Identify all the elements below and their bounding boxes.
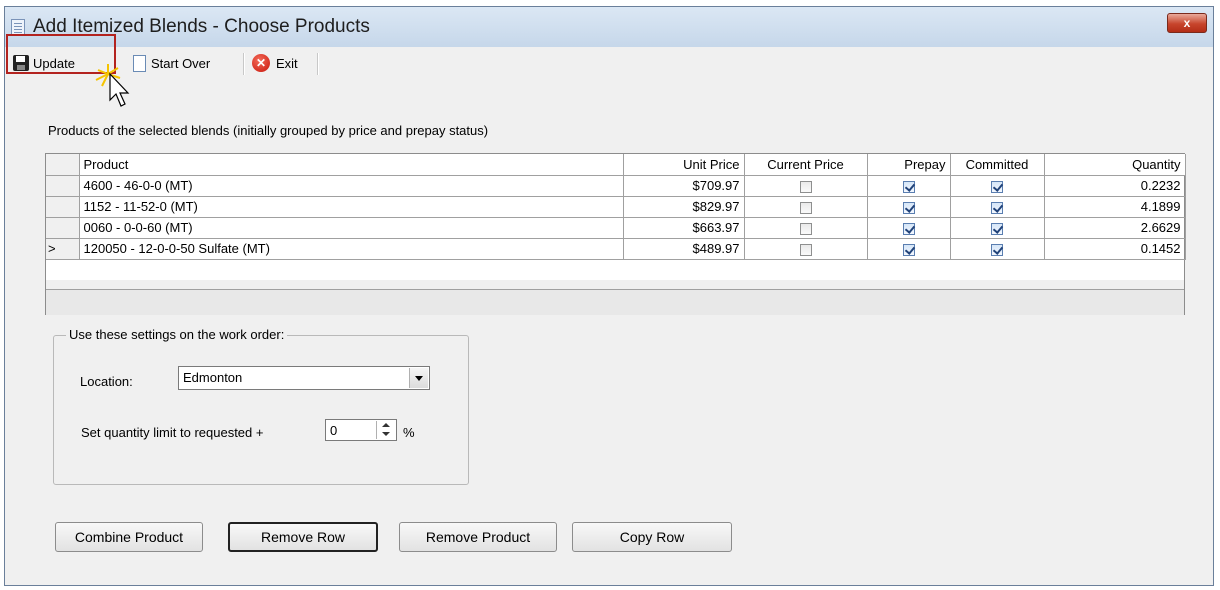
table-row[interactable]: 4600 - 46-0-0 (MT) $709.97 0.2232 [46,175,1186,197]
prepay-cell [867,196,951,218]
current-price-checkbox[interactable] [799,243,812,256]
grid-empty-area [46,280,1184,289]
quantity-cell[interactable]: 2.6629 [1044,217,1186,239]
committed-cell [950,196,1045,218]
committed-cell [950,217,1045,239]
current-price-checkbox[interactable] [799,222,812,235]
prepay-cell [867,217,951,239]
grid-header-row: Product Unit Price Current Price Prepay … [46,154,1186,176]
exit-icon: ✕ [252,54,270,72]
toolbar: Update Start Over ✕ Exit [5,47,1213,81]
quantity-limit-label: Set quantity limit to requested + [81,425,264,440]
prepay-cell [867,175,951,197]
grid-footer-bar [46,289,1184,315]
committed-checkbox[interactable] [991,180,1003,193]
prepay-checkbox[interactable] [902,180,915,193]
committed-checkbox[interactable] [991,222,1003,235]
combine-product-button[interactable]: Combine Product [55,522,203,552]
product-cell[interactable]: 0060 - 0-0-60 (MT) [79,217,624,239]
row-selector[interactable] [46,196,80,218]
committed-checkbox[interactable] [991,201,1003,214]
unit-price-cell[interactable]: $709.97 [623,175,745,197]
column-header-current-price[interactable]: Current Price [744,154,868,176]
committed-cell [950,238,1045,260]
row-selector[interactable] [46,175,80,197]
location-select[interactable]: Edmonton [178,366,430,390]
remove-row-button[interactable]: Remove Row [228,522,378,552]
prepay-checkbox[interactable] [902,222,915,235]
product-cell[interactable]: 120050 - 12-0-0-50 Sulfate (MT) [79,238,624,260]
quantity-cell[interactable]: 4.1899 [1044,196,1186,218]
title-bar[interactable]: Add Itemized Blends - Choose Products x [5,7,1213,47]
prepay-cell [867,238,951,260]
current-price-checkbox[interactable] [799,201,812,214]
chevron-down-icon[interactable] [409,368,428,388]
toolbar-separator [317,53,319,75]
current-price-cell [744,196,868,218]
current-price-checkbox[interactable] [799,180,812,193]
unit-price-cell[interactable]: $829.97 [623,196,745,218]
current-price-cell [744,175,868,197]
stepper-up-icon[interactable] [382,423,390,427]
product-cell[interactable]: 4600 - 46-0-0 (MT) [79,175,624,197]
product-cell[interactable]: 1152 - 11-52-0 (MT) [79,196,624,218]
unit-price-cell[interactable]: $489.97 [623,238,745,260]
table-row[interactable]: > 120050 - 12-0-0-50 Sulfate (MT) $489.9… [46,238,1186,260]
table-row[interactable]: 0060 - 0-0-60 (MT) $663.97 2.6629 [46,217,1186,239]
section-label: Products of the selected blends (initial… [48,123,489,138]
settings-groupbox [53,335,469,485]
current-price-cell [744,217,868,239]
column-header-product[interactable]: Product [79,154,624,176]
prepay-checkbox[interactable] [902,201,915,214]
committed-checkbox[interactable] [991,243,1003,256]
current-price-cell [744,238,868,260]
row-header-corner [46,154,80,176]
products-grid[interactable]: Product Unit Price Current Price Prepay … [45,153,1186,315]
quantity-limit-value: 0 [330,423,338,438]
mouse-cursor-icon [95,64,130,107]
quantity-limit-stepper[interactable]: 0 [325,419,397,441]
column-header-unit-price[interactable]: Unit Price [623,154,745,176]
remove-product-button[interactable]: Remove Product [399,522,557,552]
unit-price-cell[interactable]: $663.97 [623,217,745,239]
column-header-prepay[interactable]: Prepay [867,154,951,176]
quantity-cell[interactable]: 0.1452 [1044,238,1186,260]
table-row[interactable]: 1152 - 11-52-0 (MT) $829.97 4.1899 [46,196,1186,218]
committed-cell [950,175,1045,197]
column-header-committed[interactable]: Committed [950,154,1045,176]
row-selector[interactable] [46,217,80,239]
prepay-checkbox[interactable] [902,243,915,256]
stepper-down-icon[interactable] [382,432,390,436]
close-button[interactable]: x [1167,13,1207,33]
row-selector[interactable]: > [46,238,80,260]
copy-row-button[interactable]: Copy Row [572,522,732,552]
quantity-cell[interactable]: 0.2232 [1044,175,1186,197]
start-over-button[interactable]: Start Over [133,50,210,76]
column-header-quantity[interactable]: Quantity [1044,154,1186,176]
stepper-buttons[interactable] [376,421,395,439]
percent-label: % [403,425,415,440]
location-value: Edmonton [183,370,243,385]
exit-button[interactable]: ✕ Exit [252,50,298,76]
start-over-label: Start Over [151,55,211,71]
exit-label: Exit [276,55,298,71]
toolbar-separator [243,53,245,75]
location-label: Location: [80,374,133,389]
settings-legend: Use these settings on the work order: [66,327,288,342]
